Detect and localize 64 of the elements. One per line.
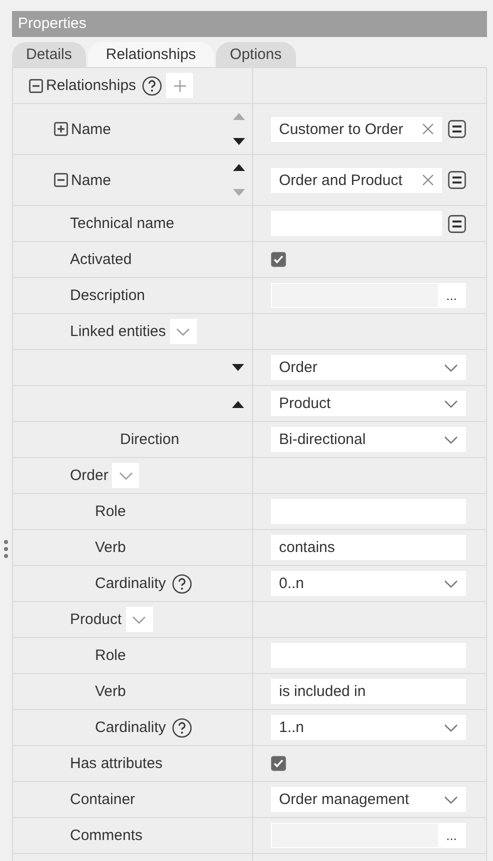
- checkbox[interactable]: [271, 252, 286, 267]
- property-label: Product: [70, 611, 122, 628]
- text-field[interactable]: Order and Product: [271, 168, 442, 192]
- property-label: Role: [95, 503, 126, 520]
- dropdown-field[interactable]: Order management: [271, 787, 466, 812]
- collapse-icon[interactable]: [54, 173, 68, 187]
- chevron-down-icon: [444, 436, 458, 444]
- chevron-down-icon: [444, 400, 458, 408]
- move-down-icon[interactable]: [233, 138, 245, 146]
- dropdown-field[interactable]: 0..n: [271, 571, 466, 596]
- property-label: Activated: [70, 251, 132, 268]
- chevron-down-icon: [444, 580, 458, 588]
- property-label: Linked entities: [70, 323, 166, 340]
- help-icon[interactable]: [142, 76, 162, 96]
- plus-icon: [174, 80, 186, 92]
- dropdown-button[interactable]: [126, 607, 153, 632]
- chevron-down-icon: [118, 472, 133, 480]
- dropdown-field[interactable]: Order: [271, 355, 466, 380]
- menu-icon[interactable]: [448, 214, 466, 232]
- property-label: Container: [70, 791, 136, 808]
- property-label: Verb: [95, 683, 126, 700]
- property-label: Name: [71, 172, 112, 188]
- property-label: Cardinality: [95, 575, 166, 592]
- move-up-icon[interactable]: [233, 163, 245, 171]
- property-label: Role: [95, 647, 126, 664]
- property-label: Comments: [70, 827, 143, 844]
- triangle-down-icon[interactable]: [232, 364, 244, 372]
- tab[interactable]: Relationships: [88, 42, 214, 67]
- help-icon[interactable]: [172, 718, 192, 738]
- menu-icon[interactable]: [448, 171, 466, 189]
- dropdown-button[interactable]: [170, 319, 197, 344]
- menu-icon[interactable]: [448, 120, 466, 138]
- panel-header: Properties: [12, 11, 487, 37]
- help-icon[interactable]: [172, 574, 192, 594]
- chevron-down-icon: [132, 616, 146, 624]
- text-field[interactable]: Customer to Order: [271, 116, 442, 142]
- chevron-down-icon: [444, 364, 458, 372]
- property-label: Description: [70, 287, 146, 304]
- checkbox[interactable]: [271, 756, 286, 771]
- tab[interactable]: Details: [12, 42, 86, 67]
- text-field[interactable]: contains: [271, 535, 466, 560]
- property-label: Relationships: [46, 77, 136, 94]
- property-label: Order: [70, 467, 108, 484]
- property-label: Cardinality: [95, 719, 166, 736]
- dropdown-button[interactable]: [112, 463, 140, 488]
- clear-icon[interactable]: [422, 123, 434, 135]
- chevron-down-icon: [444, 724, 458, 732]
- text-field[interactable]: is included in: [271, 679, 466, 704]
- property-label: Has attributes: [70, 755, 163, 772]
- clear-icon[interactable]: [422, 174, 434, 186]
- expand-icon[interactable]: [54, 122, 68, 136]
- property-label: Technical name: [70, 215, 174, 232]
- dropdown-field[interactable]: Product: [271, 391, 466, 416]
- chevron-down-icon: [444, 796, 458, 804]
- property-label: Direction: [120, 431, 180, 448]
- dropdown-field[interactable]: Bi-directional: [271, 427, 466, 452]
- property-label: Verb: [95, 539, 126, 556]
- tab[interactable]: Options: [216, 42, 296, 67]
- dropdown-field[interactable]: 1..n: [271, 715, 466, 740]
- chevron-down-icon: [176, 328, 190, 336]
- property-label: Name: [71, 120, 112, 138]
- triangle-up-icon[interactable]: [232, 400, 244, 408]
- collapse-icon[interactable]: [29, 78, 43, 92]
- resize-handle-icon[interactable]: [3, 539, 9, 559]
